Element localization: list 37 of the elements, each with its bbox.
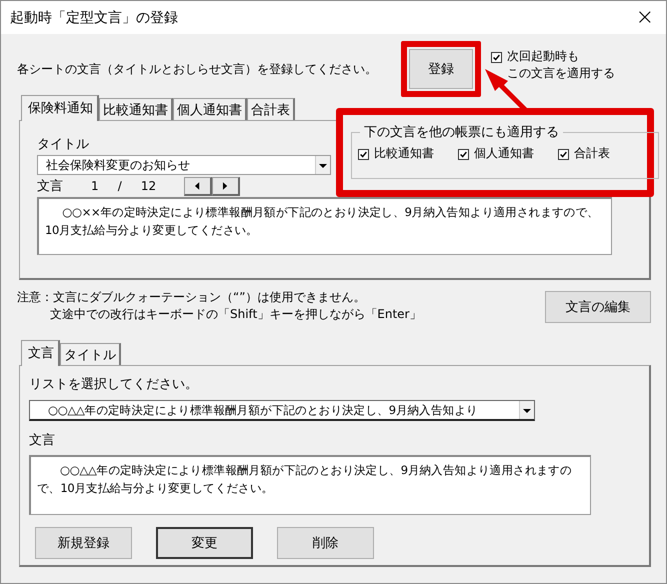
checkbox-label: この文言を適用する — [507, 65, 615, 82]
window-title: 起動時「定型文言」の登録 — [10, 8, 178, 26]
page-counter: 1 / 12 — [91, 179, 156, 193]
note-text: 注意：文言にダブルクォーテーション（“”）は使用できません。 — [17, 289, 366, 306]
tab[interactable]: 比較通知書 — [99, 98, 173, 120]
tab[interactable]: 合計表 — [247, 98, 295, 120]
checkbox[interactable] — [458, 149, 469, 160]
register-button[interactable]: 登録 — [409, 49, 473, 89]
note-text: 文途中での改行はキーボードの「Shift」キーを押しながら「Enter」 — [49, 306, 422, 323]
checkbox[interactable] — [358, 149, 369, 160]
message-text-area[interactable]: ○○××年の定時決定により標準報酬月額が下記のとおり決定し、9月納入告知より適用されますので、10月支払給与分より変更してください。 — [37, 197, 612, 255]
close-button[interactable]: × — [636, 6, 654, 28]
tab[interactable]: タイトル — [60, 343, 121, 365]
message-text-area[interactable]: ○○△△年の定時決定により標準報酬月額が下記のとおり決定し、9月納入告知より適用されますので、10月支払給与分より変更してください。 — [29, 455, 591, 515]
message-dropdown[interactable]: ○○△△年の定時決定により標準報酬月額が下記のとおり決定し、9月納入告知より — [29, 400, 535, 421]
action-button[interactable]: 削除 — [277, 527, 374, 559]
group-title: 下の文言を他の帳票にも適用する — [363, 124, 560, 141]
action-button[interactable]: 変更 — [156, 527, 253, 559]
previous-button[interactable] — [184, 176, 212, 196]
field-label: リストを選択してください。 — [29, 376, 198, 393]
checkbox-label: 個人通知書 — [474, 145, 534, 162]
instruction-text: 各シートの文言（タイトルとおしらせ文言）を登録してください。 — [17, 60, 378, 78]
field-label: 文言 — [37, 178, 63, 195]
tab[interactable]: 個人通知書 — [173, 98, 247, 120]
action-button[interactable]: 新規登録 — [35, 527, 132, 559]
title-dropdown[interactable]: 社会保険料変更のお知らせ — [37, 155, 331, 175]
checkbox[interactable] — [491, 52, 502, 63]
checkbox-label: 次回起動時も — [507, 48, 580, 65]
field-label: タイトル — [37, 136, 89, 153]
field-label: 文言 — [29, 432, 55, 449]
tab[interactable]: 文言 — [21, 340, 60, 366]
checkbox-label: 比較通知書 — [374, 145, 434, 162]
next-button[interactable] — [212, 176, 240, 196]
tab[interactable]: 保険料通知 — [21, 95, 99, 121]
checkbox[interactable] — [558, 149, 569, 160]
checkbox-label: 合計表 — [574, 145, 610, 162]
edit-message-button[interactable]: 文言の編集 — [545, 291, 651, 323]
